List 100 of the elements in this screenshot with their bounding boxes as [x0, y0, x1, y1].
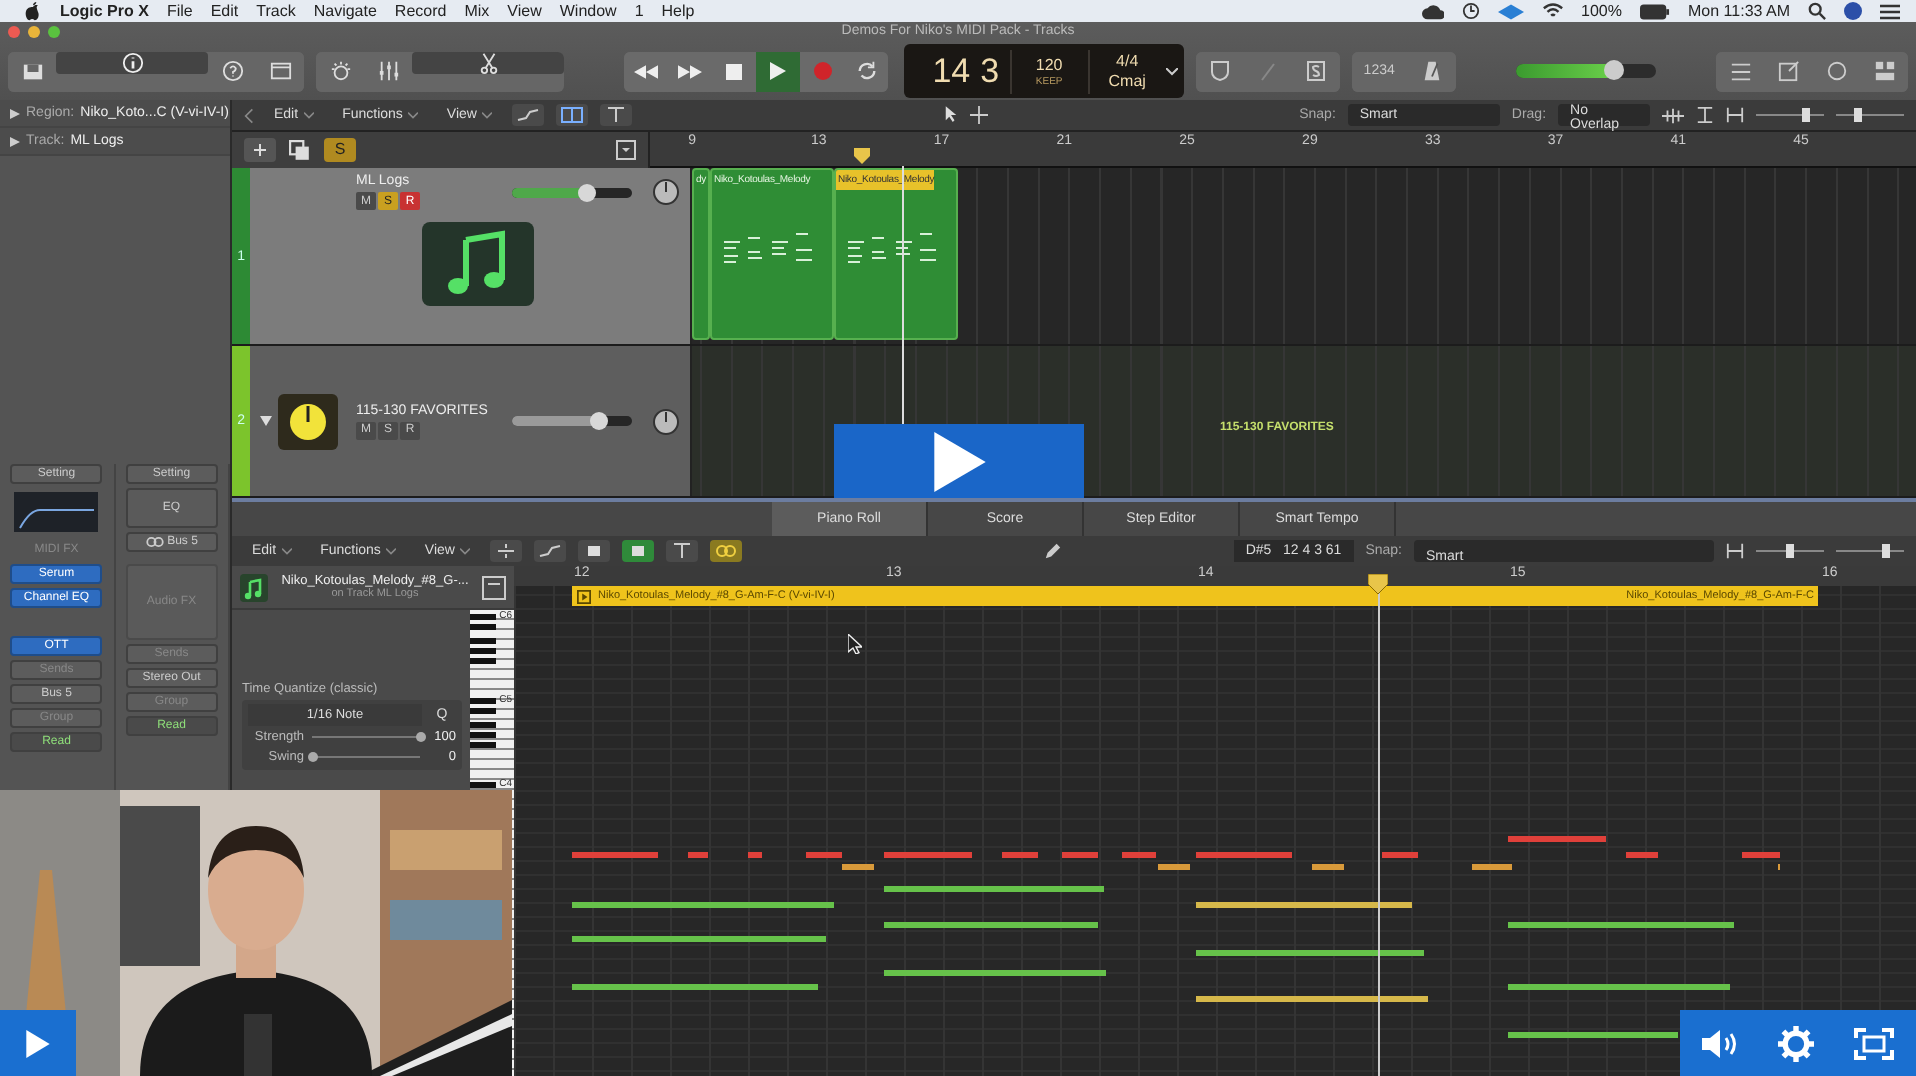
stop-button[interactable]: [712, 51, 757, 91]
disclosure-icon[interactable]: [10, 107, 20, 119]
fullscreen-icon[interactable]: [1852, 1027, 1897, 1059]
region-icon: [576, 589, 592, 603]
editors-button[interactable]: [412, 51, 564, 73]
tuning-fork-icon: [1257, 60, 1278, 82]
caret-icon: [482, 111, 493, 119]
chevron-down-icon[interactable]: [1165, 67, 1178, 75]
mouse-cursor-icon: [848, 634, 862, 654]
menu-item[interactable]: Edit: [210, 2, 239, 20]
automation-curve-icon[interactable]: [512, 104, 545, 126]
add-track-button[interactable]: [244, 138, 276, 162]
knob-icon: [329, 60, 351, 82]
collapse-icon[interactable]: [616, 140, 637, 160]
play-button[interactable]: [756, 51, 801, 91]
vertical-fit-icon[interactable]: [1696, 106, 1715, 124]
user-icon[interactable]: [1844, 2, 1862, 20]
faders-icon: [377, 60, 399, 82]
master-volume-slider[interactable]: [1515, 64, 1656, 78]
disclosure-icon[interactable]: [10, 135, 20, 147]
menu-item[interactable]: View: [507, 2, 542, 20]
cloud-icon[interactable]: [1421, 3, 1444, 19]
record-icon: [813, 62, 832, 80]
play-button[interactable]: [0, 1010, 76, 1076]
rewind-icon: [634, 63, 659, 79]
volume-slider[interactable]: [512, 416, 632, 426]
settings-icon[interactable]: [1777, 1025, 1814, 1061]
search-icon[interactable]: [1808, 2, 1826, 20]
horizontal-fit-icon[interactable]: [1726, 106, 1745, 124]
volume-slider[interactable]: [512, 187, 632, 197]
caret-icon: [408, 111, 419, 119]
app-menu[interactable]: Logic Pro X: [60, 2, 149, 20]
crosshair-tool-icon[interactable]: [970, 106, 989, 124]
list-icon: [1729, 61, 1751, 81]
music-note-icon: [240, 573, 268, 601]
menu-item[interactable]: Help: [661, 2, 695, 20]
collapse-icon[interactable]: [482, 575, 506, 599]
battery-icon[interactable]: [1640, 3, 1670, 19]
playhead-marker[interactable]: [854, 148, 871, 164]
pan-knob[interactable]: [652, 178, 680, 206]
midi-in-icon[interactable]: [578, 540, 611, 562]
pointer-tool-icon[interactable]: [944, 106, 959, 124]
menu-item[interactable]: Window: [559, 2, 617, 20]
menu-item[interactable]: Mix: [464, 2, 490, 20]
cycle-button[interactable]: [844, 51, 889, 91]
solo-icon: [1305, 60, 1326, 82]
stop-icon: [726, 63, 743, 79]
disclosure-icon[interactable]: [260, 416, 273, 426]
duplicate-track-icon[interactable]: [288, 139, 312, 161]
caret-icon: [460, 547, 471, 555]
play-icon: [770, 62, 787, 80]
collapse-tool-icon[interactable]: [490, 540, 523, 562]
horizontal-fit-icon[interactable]: [1726, 542, 1744, 560]
play-icon: [26, 1029, 50, 1057]
menu-item[interactable]: Record: [394, 2, 447, 20]
caret-icon: [282, 547, 293, 555]
zoom-button[interactable]: [48, 26, 60, 38]
time-signature: 4/4: [1116, 52, 1139, 70]
minimize-button[interactable]: [28, 26, 40, 38]
menu-item[interactable]: Navigate: [313, 2, 377, 20]
info-icon: [121, 51, 143, 73]
catch-icon[interactable]: [666, 540, 699, 562]
key-signature: Cmaj: [1108, 72, 1146, 90]
link-icon: [145, 536, 164, 548]
window-icon: [269, 60, 291, 82]
rewind-button[interactable]: [624, 51, 669, 91]
apple-icon[interactable]: [24, 1, 42, 21]
clock-icon[interactable]: [1461, 2, 1480, 20]
inspector-button[interactable]: [56, 51, 208, 73]
help-icon: [221, 60, 243, 82]
solo-toggle-button[interactable]: S: [324, 138, 356, 162]
waveform-icon[interactable]: [1662, 107, 1685, 123]
flex-icon[interactable]: [556, 104, 589, 126]
notepad-icon: [1777, 60, 1799, 82]
fast-forward-icon: [678, 63, 703, 79]
link-icon[interactable]: [710, 540, 743, 562]
menu-item[interactable]: 1: [634, 2, 644, 20]
playhead-marker[interactable]: [1368, 574, 1388, 594]
bar-position: 14: [932, 53, 971, 89]
pan-knob[interactable]: [652, 407, 680, 435]
menu-item[interactable]: File: [166, 2, 193, 20]
volume-icon[interactable]: [1699, 1027, 1740, 1059]
menu-icon[interactable]: [1880, 3, 1900, 19]
wifi-icon[interactable]: [1541, 2, 1564, 20]
menu-item[interactable]: Track: [256, 2, 296, 20]
automation-curve-icon[interactable]: [534, 540, 567, 562]
pencil-tool-icon[interactable]: [1043, 542, 1062, 560]
browser-icon: [1873, 60, 1895, 82]
back-icon[interactable]: [244, 107, 254, 123]
midi-out-icon[interactable]: [622, 540, 655, 562]
loop-icon: [1825, 60, 1847, 82]
menu-clock: Mon 11:33 AM: [1688, 2, 1790, 20]
play-video-button[interactable]: [834, 424, 1084, 498]
cycle-icon: [855, 60, 878, 82]
caret-icon: [386, 547, 397, 555]
scissors-icon: [477, 51, 499, 73]
battery-percentage: 100%: [1581, 2, 1622, 20]
shield-icon: [1209, 60, 1230, 82]
catch-icon[interactable]: [600, 104, 633, 126]
eq-curve-icon[interactable]: [14, 492, 99, 532]
